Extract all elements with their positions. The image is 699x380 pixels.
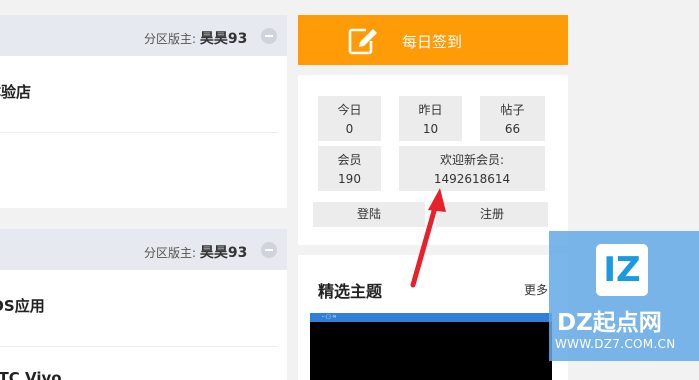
logo-name: DZ起点网	[557, 310, 662, 336]
watermark-logo: IZ DZ起点网 WWW.DZ7.COM.CN	[549, 231, 699, 361]
logo-icon: IZ	[596, 244, 648, 296]
logo-url: WWW.DZ7.COM.CN	[555, 337, 676, 351]
